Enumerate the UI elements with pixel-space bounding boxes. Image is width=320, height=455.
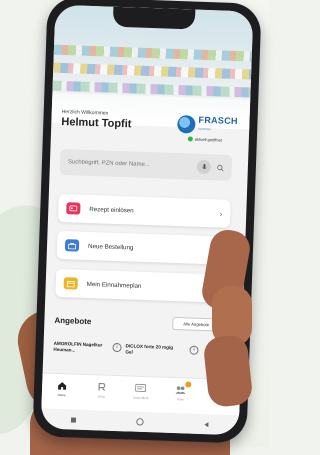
- search-icon[interactable]: [217, 164, 224, 171]
- offer-item-name[interactable]: DICLOX forte 20 mg/g Gel: [125, 343, 175, 357]
- opening-status: aktuell geöffnet: [188, 136, 222, 142]
- logo-subtext: Apotheke: [198, 125, 238, 135]
- hand-finger-3: [202, 334, 253, 408]
- microphone-icon[interactable]: [197, 160, 211, 174]
- nav-item-shop[interactable]: Shop: [88, 380, 115, 399]
- search-bar[interactable]: [60, 149, 233, 181]
- nav-label: Shop: [98, 394, 105, 398]
- shop-icon: [94, 380, 108, 392]
- prescription-icon: [66, 202, 80, 214]
- action-label: Rezept einlösen: [89, 205, 219, 217]
- chevron-right-icon: ›: [219, 209, 222, 218]
- nav-item-home[interactable]: Home: [49, 379, 76, 398]
- nav-label: Team: [177, 397, 184, 401]
- status-dot-icon: [188, 136, 193, 141]
- offer-item-name[interactable]: AMOROLFIN Nagelkur Heuman...: [53, 341, 107, 355]
- action-label: Neue Bestellung: [88, 242, 218, 254]
- nav-item-team[interactable]: Team: [167, 383, 194, 402]
- team-badge: [185, 381, 191, 387]
- back-icon[interactable]: [202, 415, 210, 433]
- pharmacy-logo: FRASCH Apotheke: [177, 115, 238, 135]
- status-text: aktuell geöffnet: [195, 137, 222, 143]
- offers-title: Angebote: [54, 316, 91, 326]
- nav-item-health[interactable]: Gesundheit: [128, 381, 155, 400]
- nav-label: Gesundheit: [133, 396, 148, 401]
- home-icon: [55, 379, 69, 391]
- recent-apps-icon[interactable]: [70, 410, 78, 428]
- action-label: Mein Einnahmeplan: [87, 280, 217, 292]
- logo-mark-icon: [177, 115, 196, 134]
- health-icon: [134, 382, 148, 394]
- action-prescription[interactable]: Rezept einlösen ›: [58, 194, 231, 228]
- nav-label: Home: [58, 393, 66, 397]
- action-new-order[interactable]: Neue Bestellung ›: [57, 231, 230, 265]
- info-icon[interactable]: i: [112, 343, 121, 352]
- phone-notch: [113, 7, 196, 30]
- team-icon: [173, 383, 187, 395]
- all-offers-label: Alle Angebote: [183, 321, 209, 327]
- home-button-icon[interactable]: [136, 413, 145, 431]
- search-input[interactable]: [60, 158, 197, 171]
- calendar-icon: [64, 277, 78, 289]
- order-icon: [65, 239, 79, 251]
- user-name: Helmut Topfit: [61, 116, 131, 130]
- info-icon[interactable]: i: [189, 346, 198, 355]
